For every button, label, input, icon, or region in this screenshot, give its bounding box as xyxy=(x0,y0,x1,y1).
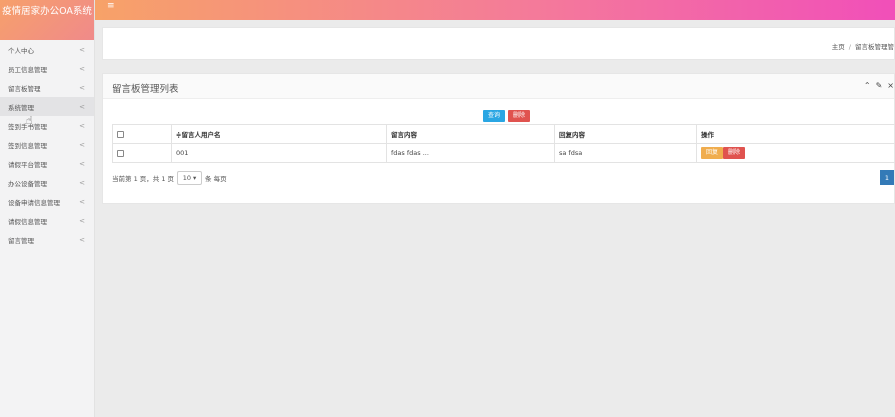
sidebar-item-signin-info[interactable]: 签到信息管理 < xyxy=(0,135,94,154)
app-title: 疫情居家办公OA系统 xyxy=(0,0,94,40)
batch-delete-button[interactable]: 删除 xyxy=(508,110,531,122)
breadcrumb: 主页 / 留言板管理管 xyxy=(832,41,894,51)
chevron-left-icon: < xyxy=(79,159,85,168)
reply-button[interactable]: 回复 xyxy=(701,147,724,159)
sidebar: 疫情居家办公OA系统 个人中心 < 员工信息管理 < 留言板管理 < 系统管理 < 签到… xyxy=(0,0,95,417)
caret-down-icon: ▾ xyxy=(193,174,197,182)
chevron-left-icon: < xyxy=(79,121,85,130)
sidebar-item-label: 办公设备管理 xyxy=(8,179,47,188)
sidebar-item-office-equipment[interactable]: 办公设备管理 < xyxy=(0,173,94,192)
chevron-left-icon: < xyxy=(79,216,85,225)
chevron-left-icon: < xyxy=(79,83,85,92)
table-header-row: ≑留言人用户名 留言内容 回复内容 操作 xyxy=(112,124,895,144)
sidebar-item-leave-platform[interactable]: 请假平台管理 < xyxy=(0,154,94,173)
sidebar-item-label: 系统管理 xyxy=(8,103,34,112)
row-delete-button[interactable]: 删除 xyxy=(723,147,746,159)
sidebar-nav: 个人中心 < 员工信息管理 < 留言板管理 < 系统管理 < 签到手书管理 < 签到信息管… xyxy=(0,40,94,249)
panel-tools: ⌃ ✎ × xyxy=(864,81,894,90)
row-select-cell xyxy=(112,143,172,163)
message-table: ≑留言人用户名 留言内容 回复内容 操作 001 fdas fdas ... s… xyxy=(112,124,895,163)
sidebar-item-label: 留言板管理 xyxy=(8,84,41,93)
panel-title: 留言板管理列表 xyxy=(112,84,179,95)
page-button-current[interactable]: 1 xyxy=(880,170,894,185)
chevron-left-icon: < xyxy=(79,102,85,111)
breadcrumb-current: 留言板管理管 xyxy=(855,43,894,51)
pagination-info: 当前第 1 页，共 1 页 10 ▾ 条 每页 xyxy=(112,171,227,185)
column-actions: 操作 xyxy=(696,124,895,144)
page-size-value: 10 xyxy=(182,174,192,182)
page-summary: 当前第 1 页，共 1 页 xyxy=(112,175,175,183)
select-all-cell xyxy=(112,124,172,144)
cell-username: 001 xyxy=(171,143,387,163)
cell-content: fdas fdas ... xyxy=(386,143,555,163)
panel-header: 留言板管理列表 ⌃ ✎ × xyxy=(103,74,894,99)
sidebar-item-label: 留言管理 xyxy=(8,236,34,245)
message-board-panel: 留言板管理列表 ⌃ ✎ × 查询 删除 ≑留言人用户名 留言内容 回复内容 操作… xyxy=(102,73,895,204)
sidebar-item-label: 签到信息管理 xyxy=(8,141,47,150)
select-all-checkbox[interactable] xyxy=(117,130,124,138)
per-page-label: 条 每页 xyxy=(205,175,227,183)
top-navbar: ≡ xyxy=(95,0,895,20)
sidebar-item-signin-manual[interactable]: 签到手书管理 < xyxy=(0,116,94,135)
action-buttons: 查询 删除 xyxy=(483,110,531,122)
chevron-left-icon: < xyxy=(79,178,85,187)
chevron-left-icon: < xyxy=(79,64,85,73)
row-checkbox[interactable] xyxy=(117,149,124,157)
sidebar-item-label: 设备申请信息管理 xyxy=(8,198,60,207)
sidebar-item-label: 员工信息管理 xyxy=(8,65,47,74)
page-size-select[interactable]: 10 ▾ xyxy=(177,171,203,185)
table-row: 001 fdas fdas ... sa fdsa 回复 删除 xyxy=(112,143,895,163)
chevron-left-icon: < xyxy=(79,140,85,149)
hand-cursor-icon: ☝ xyxy=(26,114,33,127)
wrench-icon[interactable]: ✎ xyxy=(876,81,883,90)
menu-toggle-icon[interactable]: ≡ xyxy=(107,1,115,11)
sidebar-item-personal-center[interactable]: 个人中心 < xyxy=(0,40,94,59)
breadcrumb-panel: 主页 / 留言板管理管 xyxy=(102,27,895,60)
close-icon[interactable]: × xyxy=(887,81,894,90)
chevron-left-icon: < xyxy=(79,197,85,206)
chevron-left-icon: < xyxy=(79,235,85,244)
column-reply: 回复内容 xyxy=(554,124,697,144)
breadcrumb-home[interactable]: 主页 xyxy=(832,43,845,51)
sidebar-item-system[interactable]: 系统管理 < xyxy=(0,97,94,116)
sidebar-item-messages[interactable]: 留言管理 < xyxy=(0,230,94,249)
sidebar-item-leave-info[interactable]: 请假信息管理 < xyxy=(0,211,94,230)
sidebar-item-label: 个人中心 xyxy=(8,46,34,55)
sidebar-item-message-board[interactable]: 留言板管理 < xyxy=(0,78,94,97)
search-button[interactable]: 查询 xyxy=(483,110,506,122)
chevron-left-icon: < xyxy=(79,45,85,54)
sidebar-item-label: 请假平台管理 xyxy=(8,160,47,169)
breadcrumb-separator: / xyxy=(848,43,851,51)
cell-reply: sa fdsa xyxy=(554,143,697,163)
column-username[interactable]: ≑留言人用户名 xyxy=(171,124,387,144)
sidebar-item-label: 请假信息管理 xyxy=(8,217,47,226)
column-content: 留言内容 xyxy=(386,124,555,144)
sidebar-item-employee[interactable]: 员工信息管理 < xyxy=(0,59,94,78)
sidebar-item-equipment-request[interactable]: 设备申请信息管理 < xyxy=(0,192,94,211)
cell-actions: 回复 删除 xyxy=(696,143,895,163)
collapse-icon[interactable]: ⌃ xyxy=(864,81,871,90)
